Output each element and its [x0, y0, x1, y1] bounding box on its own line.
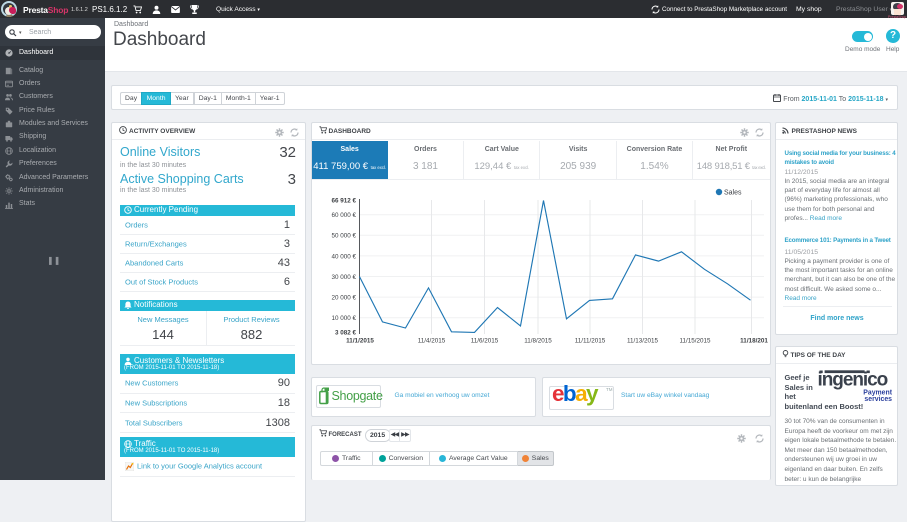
svg-text:3 082 €: 3 082 € [334, 329, 356, 336]
svg-text:11/8/2015: 11/8/2015 [524, 338, 552, 345]
svg-text:50 000 €: 50 000 € [331, 233, 356, 240]
svg-text:66 912 €: 66 912 € [331, 198, 356, 205]
svg-text:11/4/2015: 11/4/2015 [417, 338, 445, 345]
svg-text:60 000 €: 60 000 € [331, 212, 356, 219]
svg-text:11/15/2015: 11/15/2015 [679, 338, 711, 345]
svg-text:Sales: Sales [724, 190, 742, 197]
svg-text:40 000 €: 40 000 € [331, 253, 356, 260]
svg-text:30 000 €: 30 000 € [331, 274, 356, 281]
svg-text:11/11/2015: 11/11/2015 [574, 338, 605, 345]
svg-text:10 000 €: 10 000 € [331, 315, 356, 322]
svg-text:11/13/2015: 11/13/2015 [626, 338, 658, 345]
svg-text:20 000 €: 20 000 € [331, 295, 356, 302]
svg-text:11/18/201: 11/18/201 [740, 338, 768, 345]
svg-text:services: services [864, 396, 892, 403]
svg-text:11/1/2015: 11/1/2015 [346, 338, 374, 345]
svg-text:11/6/2015: 11/6/2015 [470, 338, 498, 345]
